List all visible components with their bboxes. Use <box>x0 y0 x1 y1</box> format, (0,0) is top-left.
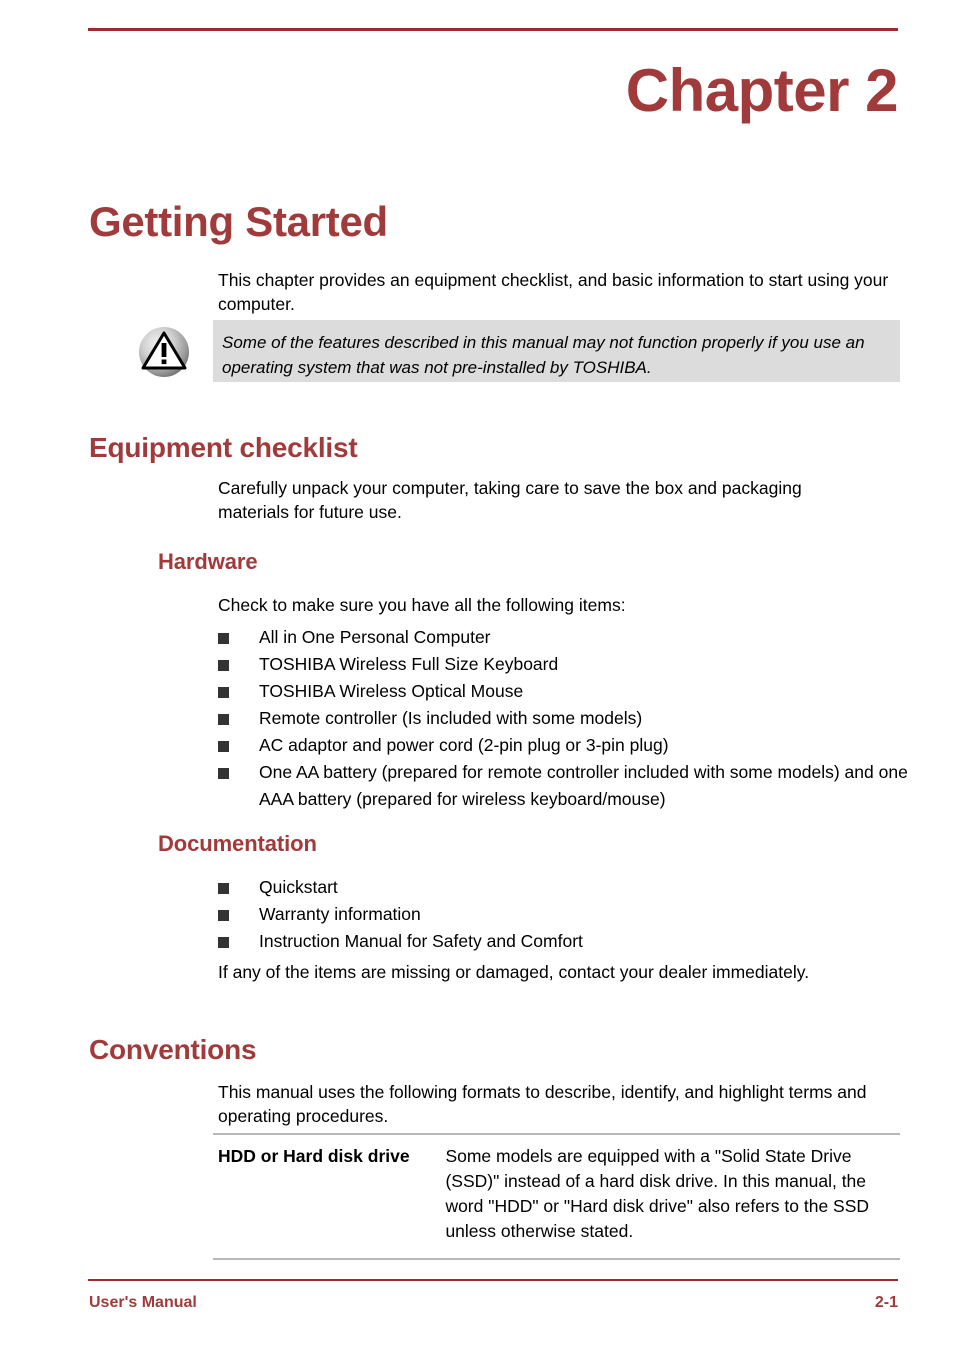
list-item-label: Instruction Manual for Safety and Comfor… <box>259 931 583 951</box>
subsection-heading-documentation: Documentation <box>158 831 317 856</box>
bullet-square-icon <box>218 937 229 948</box>
header-rule <box>88 28 898 31</box>
chapter-intro-paragraph: This chapter provides an equipment check… <box>218 270 889 314</box>
list-item-label: TOSHIBA Wireless Full Size Keyboard <box>259 654 559 674</box>
equipment-intro-paragraph: Carefully unpack your computer, taking c… <box>218 478 802 522</box>
list-item-label: One AA battery (prepared for remote cont… <box>259 762 908 809</box>
list-item: TOSHIBA Wireless Optical Mouse <box>218 678 908 705</box>
chapter-number-title: Chapter 2 <box>625 57 899 124</box>
list-item: Instruction Manual for Safety and Comfor… <box>218 928 908 955</box>
document-page: Chapter 2 Getting Started This chapter p… <box>0 0 954 1345</box>
list-item: All in One Personal Computer <box>218 624 908 651</box>
documentation-checklist: Quickstart Warranty information Instruct… <box>218 874 908 955</box>
note-text: Some of the features described in this m… <box>222 333 865 377</box>
warning-triangle-icon <box>136 324 192 380</box>
bullet-square-icon <box>218 633 229 644</box>
table-cell-term: HDD or Hard disk drive <box>218 1146 410 1166</box>
bullet-square-icon <box>218 910 229 921</box>
list-item: Warranty information <box>218 901 908 928</box>
list-item: TOSHIBA Wireless Full Size Keyboard <box>218 651 908 678</box>
bullet-square-icon <box>218 660 229 671</box>
section-heading-equipment-checklist: Equipment checklist <box>89 432 358 463</box>
bullet-square-icon <box>218 687 229 698</box>
list-item: Quickstart <box>218 874 908 901</box>
bullet-square-icon <box>218 768 229 779</box>
list-item-label: Quickstart <box>259 877 338 897</box>
footer-page-number: 2-1 <box>874 1294 898 1311</box>
table-row: HDD or Hard disk drive Some models are e… <box>213 1134 900 1259</box>
list-item-label: All in One Personal Computer <box>259 627 491 647</box>
bullet-square-icon <box>218 714 229 725</box>
list-item-label: AC adaptor and power cord (2-pin plug or… <box>259 735 669 755</box>
hardware-intro-paragraph: Check to make sure you have all the foll… <box>218 595 626 615</box>
conventions-intro-paragraph: This manual uses the following formats t… <box>218 1082 867 1126</box>
subsection-heading-hardware: Hardware <box>158 549 258 574</box>
bullet-square-icon <box>218 883 229 894</box>
bullet-square-icon <box>218 741 229 752</box>
list-item: Remote controller (Is included with some… <box>218 705 908 732</box>
table-cell-description: Some models are equipped with a "Solid S… <box>445 1146 870 1241</box>
section-heading-conventions: Conventions <box>89 1034 257 1065</box>
list-item: AC adaptor and power cord (2-pin plug or… <box>218 732 908 759</box>
list-item: One AA battery (prepared for remote cont… <box>218 759 908 813</box>
hardware-checklist: All in One Personal Computer TOSHIBA Wir… <box>218 624 908 813</box>
list-item-label: Warranty information <box>259 904 421 924</box>
page-title: Getting Started <box>89 198 388 245</box>
list-item-label: Remote controller (Is included with some… <box>259 708 643 728</box>
conventions-table: HDD or Hard disk drive Some models are e… <box>213 1133 900 1260</box>
footer-rule <box>88 1279 898 1281</box>
documentation-closing-paragraph: If any of the items are missing or damag… <box>218 962 810 982</box>
list-item-label: TOSHIBA Wireless Optical Mouse <box>259 681 524 701</box>
